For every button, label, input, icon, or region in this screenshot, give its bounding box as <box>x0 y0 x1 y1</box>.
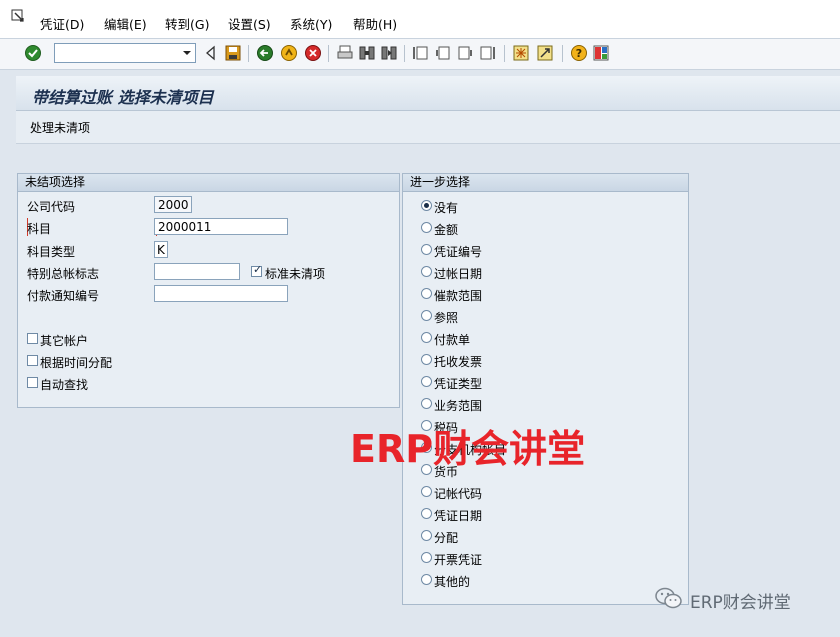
new-session-icon[interactable] <box>512 44 530 62</box>
menu-document[interactable]: 凭证(D) <box>40 14 84 33</box>
further-selection-group: 进一步选择 没有 金额 凭证编号 过帐日期 催款范围 参照 付款单 托收发票 凭证类型 业务范围税… <box>402 173 689 605</box>
command-field[interactable] <box>54 43 196 63</box>
shortcut-icon[interactable] <box>536 44 554 62</box>
process-open-items-button[interactable]: 处理未清项 <box>30 119 90 136</box>
further-selection-option-label: 托收发票 <box>434 355 483 369</box>
further-selection-option-label: 催款范围 <box>434 289 483 303</box>
further-selection-radio[interactable] <box>421 310 432 321</box>
company-code-label: 公司代码 <box>27 200 76 214</box>
open-item-selection-group: 未结项选择 公司代码 2000 科目 2000011 科目类型 K 特别总帐标志… <box>17 173 400 408</box>
svg-text:?: ? <box>576 47 582 60</box>
further-selection-option-label: 参照 <box>434 311 459 325</box>
toolbar-separator <box>504 45 505 62</box>
toolbar-separator <box>248 45 249 62</box>
distribute-by-age-label: 根据时间分配 <box>40 356 113 370</box>
further-selection-option-label: 凭证日期 <box>434 509 483 523</box>
further-selection-radio[interactable] <box>421 222 432 233</box>
prev-page-icon[interactable] <box>434 44 452 62</box>
menu-edit[interactable]: 编辑(E) <box>104 14 147 33</box>
layout-icon[interactable] <box>592 44 610 62</box>
menu-goto[interactable]: 转到(G) <box>165 14 209 33</box>
special-gl-indicator-label: 特别总帐标志 <box>27 267 100 281</box>
menu-help[interactable]: 帮助(H) <box>353 14 397 33</box>
automatic-search-label: 自动查找 <box>40 378 89 392</box>
further-selection-option-label: 凭证类型 <box>434 377 483 391</box>
further-selection-option-label: 分配 <box>434 531 459 545</box>
further-selection-option-label: 付款单 <box>434 333 471 347</box>
radio-selected-dot <box>424 203 429 208</box>
checkmark-icon: ✓ <box>253 263 263 276</box>
further-selection-option-label: 记帐代码 <box>434 487 483 501</box>
chevron-down-icon[interactable] <box>179 44 195 62</box>
account-watermark-text: ERP财会讲堂 <box>690 593 791 613</box>
account-type-label: 科目类型 <box>27 245 76 259</box>
further-selection-radio[interactable] <box>421 398 432 409</box>
further-selection-radio[interactable] <box>421 266 432 277</box>
toolbar-separator <box>404 45 405 62</box>
further-selection-radio[interactable] <box>421 288 432 299</box>
further-selection-radio[interactable] <box>421 244 432 255</box>
standard-toolbar: ? <box>0 39 840 70</box>
distribute-by-age-checkbox[interactable] <box>27 355 38 366</box>
account-label: 科目 <box>27 222 52 236</box>
enter-icon[interactable] <box>24 44 42 62</box>
first-page-icon[interactable] <box>412 44 430 62</box>
toolbar-separator <box>328 45 329 62</box>
further-selection-option-label: 凭证编号 <box>434 245 483 259</box>
company-code-field[interactable]: 2000 <box>154 196 192 213</box>
back-icon[interactable] <box>256 44 274 62</box>
toolbar-separator <box>562 45 563 62</box>
further-selection-radio[interactable] <box>421 354 432 365</box>
account-field[interactable]: 2000011 <box>154 218 288 235</box>
help-icon[interactable]: ? <box>570 44 588 62</box>
exit-icon[interactable] <box>280 44 298 62</box>
standard-open-items-label: 标准未清项 <box>265 267 326 281</box>
further-selection-option-label: 金额 <box>434 223 459 237</box>
print-icon[interactable] <box>336 44 354 62</box>
further-selection-option-label: 其他的 <box>434 575 471 589</box>
further-selection-option-label: 没有 <box>434 201 459 215</box>
menu-system[interactable]: 系统(Y) <box>290 14 332 33</box>
further-selection-radio[interactable] <box>421 200 432 211</box>
standard-open-items-checkbox[interactable]: ✓ <box>251 263 263 277</box>
further-selection-radio[interactable] <box>421 332 432 343</box>
wechat-icon <box>655 587 682 609</box>
page-title: 带结算过账 选择未清项目 <box>32 88 214 107</box>
account-type-field[interactable]: K <box>154 241 168 258</box>
payment-advice-field[interactable] <box>154 285 288 302</box>
further-selection-radio[interactable] <box>421 530 432 541</box>
menu-bar: 凭证(D) 编辑(E) 转到(G) 设置(S) 系统(Y) 帮助(H) <box>0 0 840 39</box>
last-page-icon[interactable] <box>478 44 496 62</box>
other-accounts-checkbox[interactable] <box>27 333 38 344</box>
further-selection-option-label: 过帐日期 <box>434 267 483 281</box>
further-selection-radio[interactable] <box>421 508 432 519</box>
further-selection-radio[interactable] <box>421 574 432 585</box>
watermark-text: ERP财会讲堂 <box>350 427 586 471</box>
further-selection-title: 进一步选择 <box>403 174 688 192</box>
next-page-icon[interactable] <box>456 44 474 62</box>
application-toolbar: 处理未清项 <box>16 111 840 144</box>
special-gl-indicator-field[interactable] <box>154 263 240 280</box>
further-selection-option-label: 业务范围 <box>434 399 483 413</box>
further-selection-option-label: 开票凭证 <box>434 553 483 567</box>
menu-icon[interactable] <box>11 9 25 23</box>
automatic-search-checkbox[interactable] <box>27 377 38 388</box>
further-selection-radio[interactable] <box>421 376 432 387</box>
find-next-icon[interactable] <box>380 44 398 62</box>
find-icon[interactable] <box>358 44 376 62</box>
payment-advice-label: 付款通知编号 <box>27 289 100 303</box>
menu-settings[interactable]: 设置(S) <box>228 14 271 33</box>
open-item-selection-title: 未结项选择 <box>18 174 399 192</box>
cancel-icon[interactable] <box>304 44 322 62</box>
screen-title-bar: 带结算过账 选择未清项目 <box>16 76 840 111</box>
further-selection-radio[interactable] <box>421 552 432 563</box>
history-left-icon[interactable] <box>202 44 220 62</box>
save-icon[interactable] <box>224 44 242 62</box>
further-selection-radio[interactable] <box>421 486 432 497</box>
other-accounts-label: 其它帐户 <box>40 334 89 348</box>
